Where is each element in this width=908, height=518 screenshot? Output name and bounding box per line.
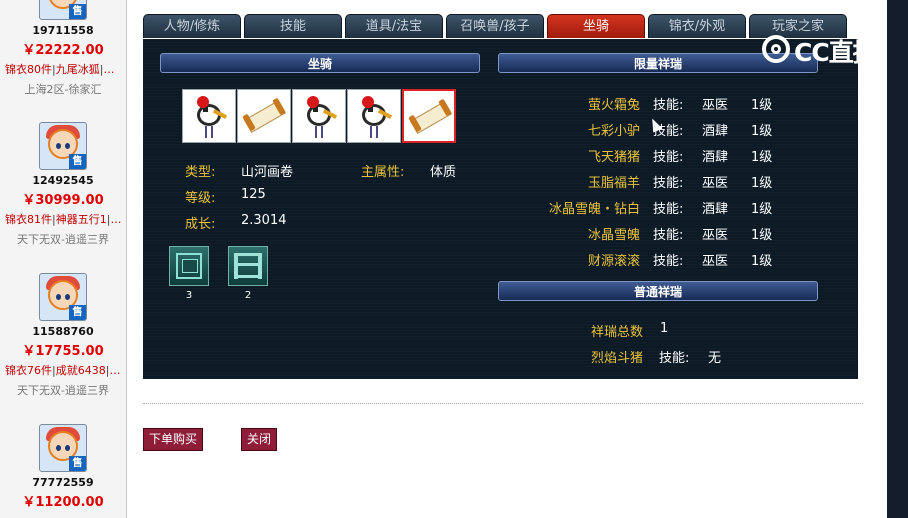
cc-live-logo: CC直播 [762,33,882,67]
mount-slot-scroll-selected[interactable] [402,89,456,143]
listing-tags: 锦衣80件|九尾冰狐|… [5,63,115,76]
xiangrui-skill-label: 技能: [653,98,684,113]
xiangrui-faction: 巫医 [702,228,729,243]
avatar[interactable]: 售 [39,424,87,472]
buy-button[interactable]: 下单购买 [143,428,204,451]
listing-tags: 锦衣81件|神器五行1|… [5,213,122,226]
xiangrui-total-label: 祥瑞总数 [591,325,644,340]
listing-sidebar: 售 19711558 ￥22222.00 锦衣80件|九尾冰狐|… 上海2区-徐… [0,0,127,518]
tab-character[interactable]: 人物/修炼 [143,14,241,38]
xiangrui-level: 1级 [751,150,773,165]
xiangrui-faction: 酒肆 [702,202,729,217]
gear-count: 2 [244,290,252,301]
xiangrui-faction: 酒肆 [702,150,729,165]
divider [143,403,863,404]
avatar[interactable]: 售 [39,273,87,321]
xiangrui-level: 1级 [751,124,773,139]
xiangrui-name: 玉脂福羊 [587,176,640,191]
main-attr-value: 体质 [430,165,457,180]
normal-xiangrui-skill-label: 技能: [659,351,690,366]
xiangrui-skill-label: 技能: [653,150,684,165]
xiangrui-skill-label: 技能: [653,254,684,269]
level-value: 125 [241,187,266,202]
main-content: 人物/修炼 技能 道具/法宝 召唤兽/孩子 坐骑 锦衣/外观 玩家之家 坐骑 限… [143,0,863,518]
normal-xiangrui-header: 普通祥瑞 [498,281,818,301]
mount-slot-crane[interactable] [347,89,401,143]
listing-id: 11588760 [32,325,94,338]
mount-slot-crane[interactable] [182,89,236,143]
tab-bar: 人物/修炼 技能 道具/法宝 召唤兽/孩子 坐骑 锦衣/外观 玩家之家 [143,14,858,40]
growth-label: 成长: [185,217,216,232]
xiangrui-total-value: 1 [660,321,669,336]
listing-tags: 锦衣76件|成就6438|… [5,364,121,377]
close-button[interactable]: 关闭 [241,428,278,451]
listing-price: ￥17755.00 [22,344,104,359]
xiangrui-name: 七彩小驴 [587,124,640,139]
listing-server: 天下无双-逍遥三界 [17,384,109,397]
tab-mount[interactable]: 坐骑 [547,14,645,38]
listing-server: 上海2区-徐家汇 [24,83,102,96]
tab-summons[interactable]: 召唤兽/孩子 [446,14,544,38]
listing-card[interactable]: 售 77772559 ￥11200.00 [0,424,126,510]
listing-price: ￥22222.00 [22,43,104,58]
xiangrui-faction: 巫医 [702,176,729,191]
mount-panel: 坐骑 限量祥瑞 类型: 山河画卷 主属性: 体质 等级: 125 成长: 2.3… [143,39,858,379]
xiangrui-skill-label: 技能: [653,202,684,217]
type-value: 山河画卷 [241,165,294,180]
normal-xiangrui-name: 烈焰斗猪 [591,351,644,366]
wall-gear-icon[interactable] [228,246,268,286]
growth-value: 2.3014 [241,213,287,228]
main-attr-label: 主属性: [361,165,405,180]
tab-items[interactable]: 道具/法宝 [345,14,443,38]
listing-card[interactable]: 售 11588760 ￥17755.00 锦衣76件|成就6438|… 天下无双… [0,273,126,398]
xiangrui-faction: 酒肆 [702,124,729,139]
listing-server: 天下无双-逍遥三界 [17,233,109,246]
sale-badge: 售 [69,154,86,169]
tab-skills[interactable]: 技能 [244,14,342,38]
mount-section-header: 坐骑 [160,53,480,73]
listing-card[interactable]: 售 19711558 ￥22222.00 锦衣80件|九尾冰狐|… 上海2区-徐… [0,0,126,97]
xiangrui-level: 1级 [751,176,773,191]
level-label: 等级: [185,191,216,206]
normal-xiangrui-skill-value: 无 [708,351,722,366]
tab-costume[interactable]: 锦衣/外观 [648,14,746,38]
xiangrui-name: 冰晶雪魄 [587,228,640,243]
avatar[interactable]: 售 [39,122,87,170]
xiangrui-skill-label: 技能: [653,176,684,191]
xiangrui-faction: 巫医 [702,98,729,113]
gear-count: 3 [185,290,193,301]
mount-slot-crane[interactable] [292,89,346,143]
xiangrui-skill-label: 技能: [653,228,684,243]
sale-badge: 售 [69,456,86,471]
avatar[interactable]: 售 [39,0,87,20]
frame-gear-icon[interactable] [169,246,209,286]
listing-id: 19711558 [32,24,94,37]
sale-badge: 售 [69,305,86,320]
xiangrui-faction: 巫医 [702,254,729,269]
listing-id: 77772559 [32,476,94,489]
type-label: 类型: [185,165,216,180]
listing-price: ￥30999.00 [22,193,104,208]
xiangrui-level: 1级 [751,202,773,217]
listing-id: 12492545 [32,174,94,187]
xiangrui-name: 萤火霜兔 [587,98,640,113]
xiangrui-level: 1级 [751,254,773,269]
xiangrui-name: 冰晶雪魄・钻白 [548,202,640,217]
scrollbar-rail[interactable] [887,0,908,518]
xiangrui-name: 财源滚滚 [587,254,640,269]
listing-card[interactable]: 售 12492545 ￥30999.00 锦衣81件|神器五行1|… 天下无双-… [0,122,126,247]
listing-price: ￥11200.00 [22,495,104,510]
logo-text: CC直播 [794,38,878,67]
sale-badge: 售 [69,4,86,19]
mount-slot-scroll[interactable] [237,89,291,143]
xiangrui-name: 飞天猪猪 [587,150,640,165]
xiangrui-level: 1级 [751,98,773,113]
xiangrui-level: 1级 [751,228,773,243]
